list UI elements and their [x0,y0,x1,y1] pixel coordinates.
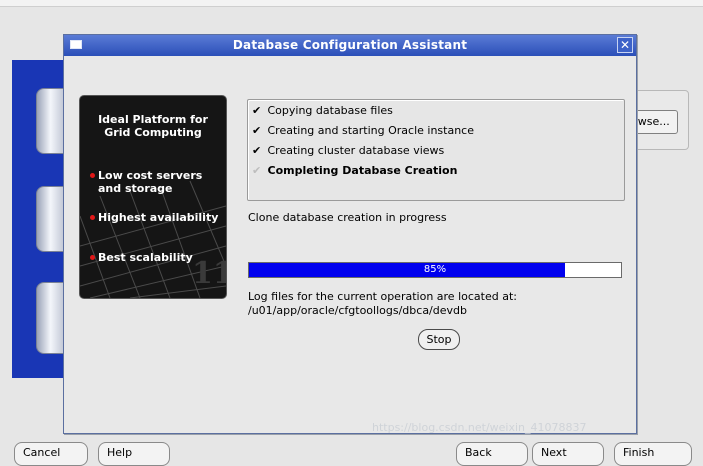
promo-item: Low cost servers [90,169,203,182]
promo-item: Highest availability [90,211,219,224]
close-icon[interactable]: ✕ [617,37,633,53]
step-item: ✔ Copying database files [252,102,393,120]
dialog-titlebar[interactable]: Database Configuration Assistant ✕ [64,35,636,56]
oracle-11g-promo-image: Ideal Platform for Grid Computing Low co… [80,96,226,298]
dialog-content: Ideal Platform for Grid Computing Low co… [66,58,634,430]
finish-button[interactable]: Finish [614,442,692,466]
promo-title-line: Grid Computing [104,126,202,139]
oracle-11g-logo: 11g [192,256,226,291]
checkmark-icon: ✔ [252,104,262,117]
step-item: ✔ Creating and starting Oracle instance [252,122,474,140]
help-button[interactable]: Help [98,442,170,466]
back-button[interactable]: Back [456,442,528,466]
dialog-title: Database Configuration Assistant [232,38,468,52]
stop-button[interactable]: Stop [418,329,460,350]
pending-checkmark-icon: ✔ [252,164,262,177]
log-files-path: /u01/app/oracle/cfgtoollogs/dbca/devdb [248,304,467,317]
next-button[interactable]: Next [532,442,604,466]
red-bullet-icon [90,215,95,220]
cancel-button[interactable]: Cancel [14,442,88,466]
promo-title: Ideal Platform for Grid Computing [80,113,226,139]
promo-item: Best scalability [90,251,193,264]
steps-list: ✔ Copying database files ✔ Creating and … [247,99,625,201]
promo-item-label: Low cost servers [98,169,203,182]
checkmark-icon: ✔ [252,124,262,137]
promo-item-label: Best scalability [98,251,193,264]
red-bullet-icon [90,255,95,260]
step-item-current: ✔ Completing Database Creation [252,162,457,180]
progress-bar: 85% [248,262,622,278]
promo-item-label: Highest availability [98,211,219,224]
status-message: Clone database creation in progress [248,211,447,224]
promo-title-line: Ideal Platform for [98,113,208,126]
dbca-progress-dialog: Database Configuration Assistant ✕ Ideal… [63,34,637,434]
step-label: Creating cluster database views [267,144,445,157]
watermark-text: https://blog.csdn.net/weixin_41078837 [372,421,587,434]
step-label: Copying database files [267,104,393,117]
progress-percent: 85% [423,264,447,275]
red-bullet-icon [90,173,95,178]
checkmark-icon: ✔ [252,144,262,157]
background-window-top [0,0,703,7]
promo-item-label: and storage [98,182,173,195]
promo-item-continuation: and storage [98,182,173,195]
step-label: Creating and starting Oracle instance [267,124,475,137]
step-item: ✔ Creating cluster database views [252,142,444,160]
step-label: Completing Database Creation [267,164,458,177]
log-files-label: Log files for the current operation are … [248,290,517,303]
